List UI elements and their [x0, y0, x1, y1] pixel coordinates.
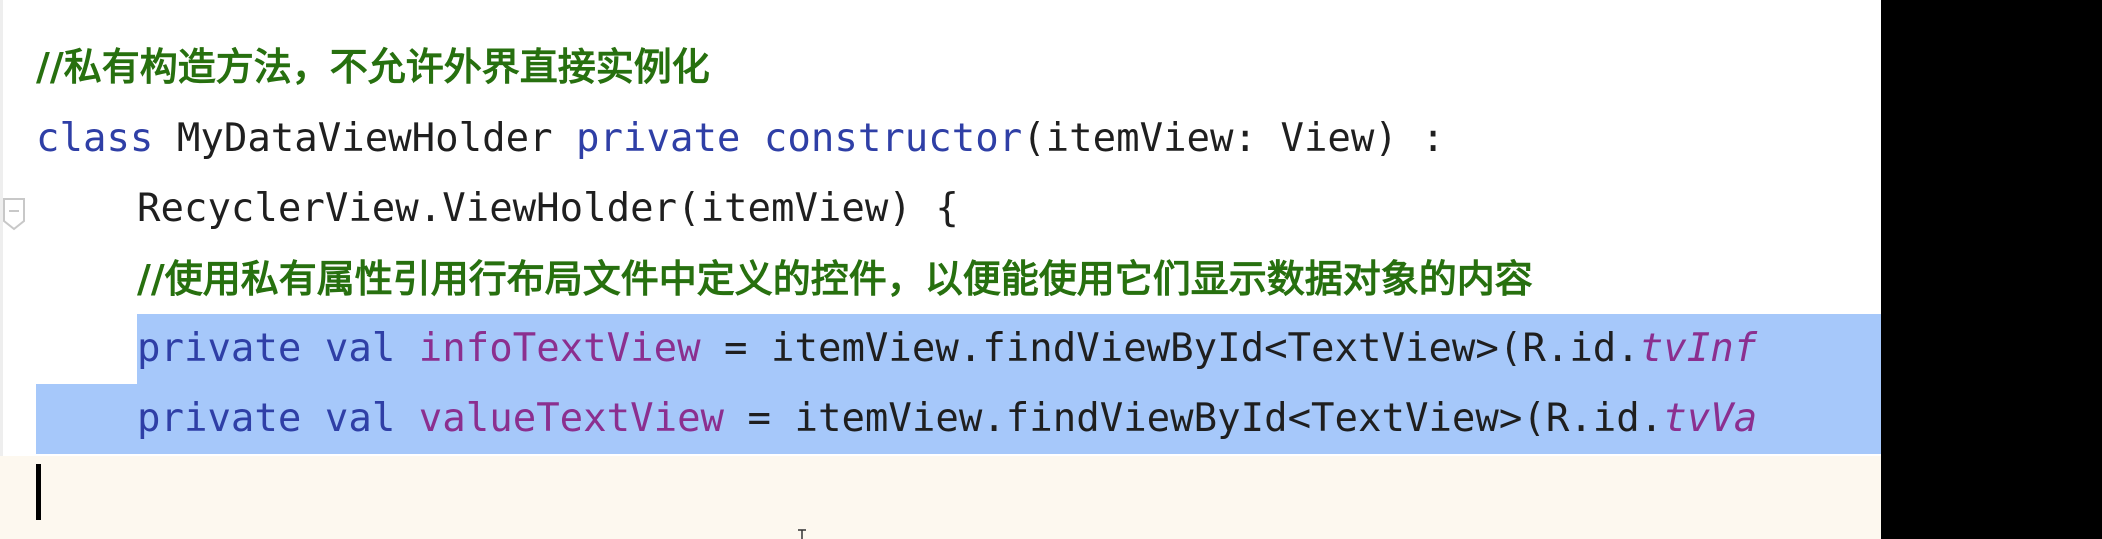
text-caret	[36, 464, 41, 520]
code-line-6[interactable]: private val valueTextView = itemView.fin…	[0, 384, 1881, 454]
code-text: private val valueTextView = itemView.fin…	[137, 384, 1757, 454]
fold-icon[interactable]	[2, 197, 26, 231]
code-line-1[interactable]: //私有构造方法，不允许外界直接实例化	[0, 32, 1881, 102]
code-text: private val infoTextView = itemView.find…	[137, 314, 1757, 384]
mouse-ibeam-icon	[798, 529, 806, 539]
comment-text: //使用私有属性引用行布局文件中定义的控件，以便能使用它们显示数据对象的内容	[137, 257, 1533, 301]
keyword-private: private	[576, 116, 741, 161]
code-line-3[interactable]: RecyclerView.ViewHolder(itemView) {	[0, 174, 1881, 244]
keyword-private: private	[137, 326, 302, 371]
black-side-panel	[1881, 0, 2102, 539]
initializer-text: = itemView.findViewById<TextView>(R.id.	[700, 326, 1640, 371]
comment-text: //私有构造方法，不允许外界直接实例化	[36, 45, 710, 89]
initializer-text: = itemView.findViewById<TextView>(R.id.	[724, 396, 1664, 441]
code-text: RecyclerView.ViewHolder(itemView) {	[137, 186, 959, 231]
code-line-5[interactable]: private val infoTextView = itemView.find…	[0, 314, 1881, 384]
keyword-constructor: constructor	[763, 116, 1023, 161]
class-name: MyDataViewHolder	[153, 116, 577, 161]
code-line-2[interactable]: class MyDataViewHolder private construct…	[0, 104, 1881, 174]
keyword-class: class	[36, 116, 154, 161]
keyword-private: private	[137, 396, 302, 441]
resource-id: tvInf	[1639, 326, 1758, 371]
constructor-params: (itemView: View) :	[1022, 116, 1445, 161]
property-name: valueTextView	[418, 396, 725, 441]
property-name: infoTextView	[418, 326, 701, 371]
keyword-val: val	[324, 396, 396, 441]
code-text: class MyDataViewHolder private construct…	[36, 104, 1445, 174]
code-editor[interactable]: //私有构造方法，不允许外界直接实例化 class MyDataViewHold…	[0, 0, 1881, 539]
code-line-4[interactable]: //使用私有属性引用行布局文件中定义的控件，以便能使用它们显示数据对象的内容	[0, 244, 1881, 314]
keyword-val: val	[324, 326, 396, 371]
code-line-7-current[interactable]	[0, 456, 1881, 539]
resource-id: tvVa	[1663, 396, 1758, 441]
